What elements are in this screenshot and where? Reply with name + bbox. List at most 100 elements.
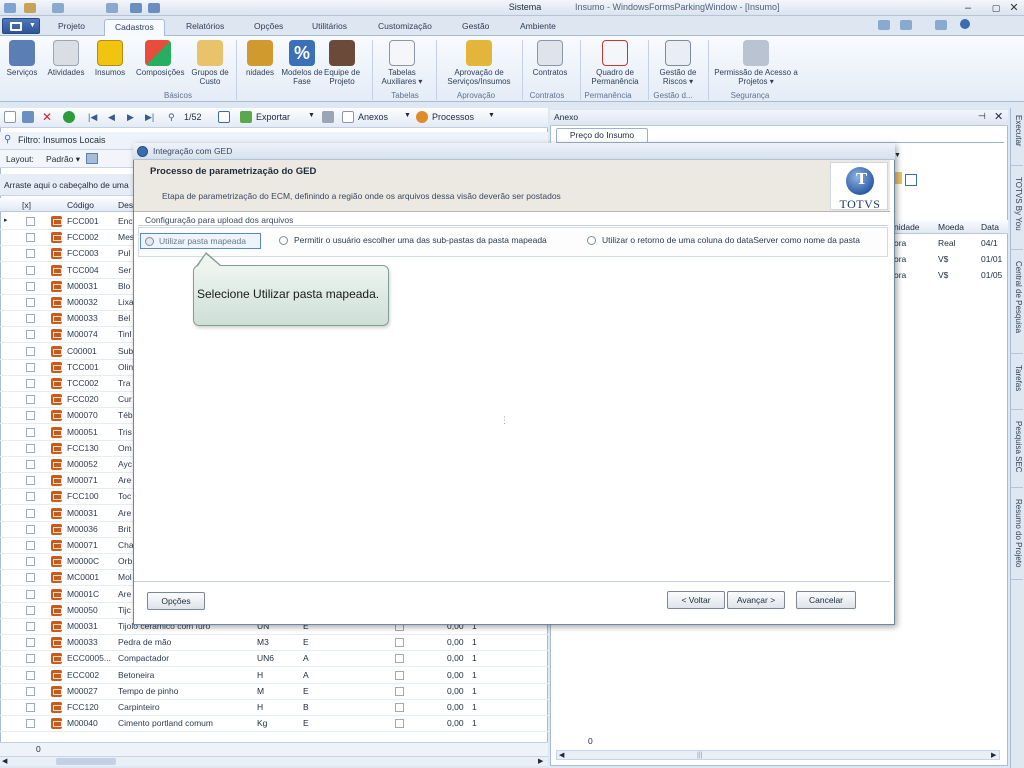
tab-utilitarios[interactable]: Utilitários [302, 19, 357, 36]
ribbon-button-servicos[interactable]: Serviços [0, 40, 44, 90]
row-checkbox[interactable] [26, 330, 35, 340]
tab-cadastros[interactable]: Cadastros [104, 19, 165, 37]
close-icon[interactable]: ✕ [994, 110, 1003, 123]
row-checkbox[interactable] [26, 541, 35, 550]
chevron-down-icon[interactable]: ▼ [488, 112, 495, 119]
cell-checkbox[interactable] [395, 686, 404, 696]
process-icon[interactable] [416, 111, 428, 123]
layout-save-icon[interactable] [86, 153, 98, 164]
row-checkbox[interactable] [26, 589, 35, 599]
tab-relatorios[interactable]: Relatórios [176, 19, 234, 36]
column-header-currency[interactable]: Moeda [938, 222, 964, 232]
side-tab-executar[interactable]: Executar [1011, 112, 1023, 166]
cell-checkbox[interactable] [395, 670, 404, 680]
tab-projeto[interactable]: Projeto [48, 19, 95, 36]
cell-checkbox[interactable] [395, 638, 404, 648]
row-checkbox[interactable] [26, 508, 35, 518]
radio-button[interactable] [279, 236, 288, 245]
cell-checkbox[interactable] [395, 654, 404, 664]
row-checkbox[interactable] [26, 524, 35, 534]
ribbon-button-equipe-projeto[interactable]: Equipe de Projeto [320, 40, 364, 90]
row-checkbox[interactable] [26, 395, 35, 405]
row-checkbox[interactable] [26, 670, 35, 680]
side-tab-central-pesquisa[interactable]: Central de Pesquisa [1011, 258, 1023, 354]
row-checkbox[interactable] [26, 557, 35, 567]
row-checkbox[interactable] [26, 573, 35, 583]
chevron-down-icon[interactable]: ▼ [308, 112, 315, 119]
row-checkbox[interactable] [26, 686, 35, 696]
row-checkbox[interactable] [26, 460, 35, 469]
quick-access-icon[interactable] [106, 3, 118, 13]
filter-label[interactable]: Filtro: Insumos Locais [18, 135, 106, 145]
column-header-description[interactable]: Des [118, 200, 133, 210]
table-row[interactable]: FCC120 Carpinteiro H B 0,00 1 [0, 700, 548, 716]
column-header-code[interactable]: Código [67, 200, 94, 210]
scroll-left-icon[interactable]: ◀ [2, 757, 7, 765]
search-icon[interactable]: ⚲ [168, 112, 175, 123]
application-menu-button[interactable]: ▼ [2, 18, 40, 34]
cell-checkbox[interactable] [395, 719, 404, 729]
tab-preco-insumo[interactable]: Preço do Insumo [556, 128, 648, 142]
refresh-icon[interactable] [63, 111, 75, 123]
calendar-icon[interactable] [218, 111, 230, 123]
table-row[interactable]: M00040 Cimento portland comum Kg E 0,00 1 [0, 716, 548, 733]
attachment-icon[interactable] [342, 111, 354, 123]
row-checkbox[interactable] [26, 443, 35, 453]
row-checkbox[interactable] [26, 476, 35, 486]
side-tab-resumo-projeto[interactable]: Resumo do Projeto [1011, 496, 1023, 580]
next-button[interactable]: Avançar > [727, 591, 785, 609]
side-tab-tarefas[interactable]: Tarefas [1011, 362, 1023, 410]
tab-ambiente[interactable]: Ambiente [510, 19, 566, 36]
tab-customizacao[interactable]: Customização [368, 19, 442, 36]
row-checkbox[interactable] [26, 362, 35, 372]
horizontal-scrollbar[interactable]: ◀ ▶ [0, 756, 548, 766]
cell-checkbox[interactable] [395, 703, 404, 712]
export-button[interactable]: Exportar [256, 112, 290, 122]
filter-icon[interactable]: ⚲ [4, 134, 11, 145]
row-checkbox[interactable] [26, 379, 35, 388]
ribbon-button-quadro-permanencia[interactable]: Quadro de Permanência [590, 40, 640, 90]
print-icon[interactable] [322, 111, 334, 123]
ribbon-button-composicoes[interactable]: Composições [136, 40, 184, 90]
help-icon[interactable] [960, 19, 970, 29]
column-header-date[interactable]: Data [981, 222, 999, 232]
chevron-down-icon[interactable]: ▼ [404, 112, 411, 119]
tab-opcoes[interactable]: Opções [244, 19, 293, 36]
ribbon-button-atividades[interactable]: Atividades [44, 40, 88, 90]
table-row[interactable]: M00033 Pedra de mão M3 E 0,00 1 [0, 635, 548, 652]
row-checkbox[interactable] [26, 492, 35, 502]
back-button[interactable]: < Voltar [667, 591, 725, 609]
processes-button[interactable]: Processos [432, 112, 474, 122]
row-checkbox[interactable] [26, 638, 35, 648]
previous-page-icon[interactable]: ◀ [108, 112, 115, 123]
row-checkbox[interactable] [26, 281, 35, 291]
table-row[interactable]: M00027 Tempo de pinho M E 0,00 1 [0, 684, 548, 700]
column-header-unit[interactable]: nidade [894, 222, 920, 232]
splitter-grip-icon[interactable]: ⋮ [500, 415, 509, 427]
ribbon-button-aprovacao[interactable]: Aprovação de Serviços/Insumos [446, 40, 512, 90]
row-checkbox[interactable] [26, 411, 35, 421]
ribbon-tool-icon[interactable] [878, 20, 890, 30]
price-horizontal-scrollbar[interactable]: ◀ ▶ ||| [556, 750, 1000, 760]
layout-select[interactable]: Padrão ▾ [46, 154, 80, 165]
row-checkbox[interactable] [26, 346, 35, 356]
app-icon[interactable] [4, 3, 16, 13]
delete-icon[interactable]: ✕ [42, 111, 54, 123]
ribbon-button-contratos[interactable]: Contratos [528, 40, 572, 90]
row-checkbox[interactable] [26, 427, 35, 437]
attachments-button[interactable]: Anexos [358, 112, 388, 122]
export-icon[interactable] [240, 111, 252, 123]
radio-button[interactable] [145, 237, 154, 246]
new-icon[interactable] [4, 111, 16, 123]
scroll-left-icon[interactable]: ◀ [559, 751, 564, 759]
column-header-select[interactable]: [x] [22, 200, 31, 210]
quick-access-icon[interactable] [130, 3, 142, 13]
next-page-icon[interactable]: ▶ [127, 112, 134, 123]
chevron-down-icon[interactable]: ▼ [894, 152, 901, 159]
ribbon-button-grupos-custo[interactable]: Grupos de Custo [188, 40, 232, 90]
row-checkbox[interactable] [26, 703, 35, 712]
scroll-right-icon[interactable]: ▶ [538, 757, 543, 765]
row-checkbox[interactable] [26, 298, 35, 307]
edit-icon[interactable] [22, 111, 34, 123]
scroll-right-icon[interactable]: ▶ [991, 751, 996, 759]
